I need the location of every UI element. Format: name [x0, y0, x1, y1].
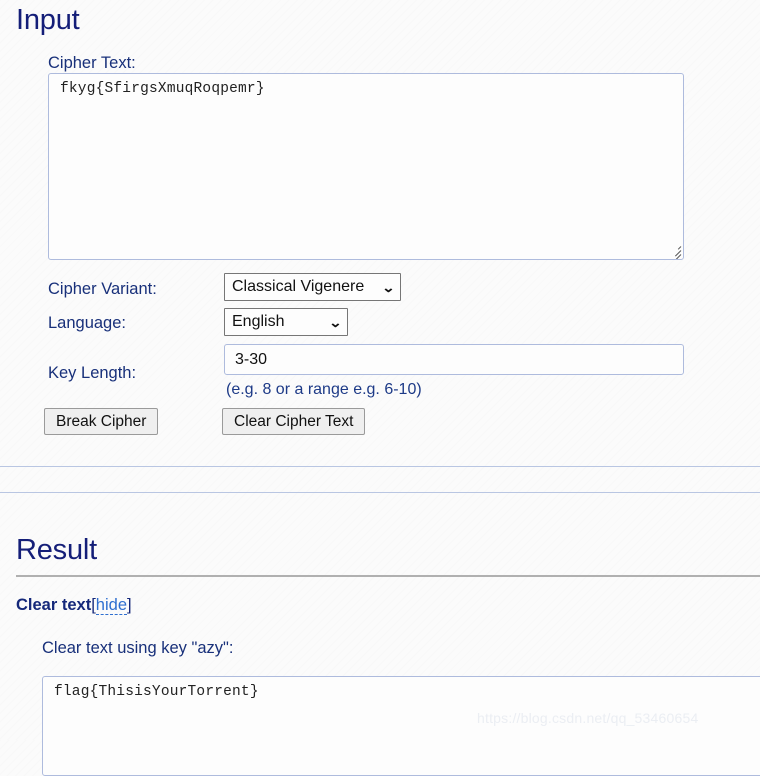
cleartext-key-caption: Clear text using key "azy":	[42, 639, 234, 657]
cipher-variant-selected-value: Classical Vigenere	[232, 278, 365, 295]
cipher-variant-label: Cipher Variant:	[48, 280, 157, 298]
resize-handle-icon[interactable]	[667, 243, 682, 259]
key-length-input[interactable]: 3-30	[224, 344, 684, 375]
cipher-text-label: Cipher Text:	[48, 54, 136, 72]
cipher-text-value: fkyg{SfirgsXmuqRoqpemr}	[60, 81, 265, 97]
language-selected-value: English	[232, 313, 285, 330]
break-cipher-button[interactable]: Break Cipher	[44, 408, 159, 435]
cleartext-header: Clear text[hide]	[16, 596, 132, 615]
input-section-title: Input	[16, 4, 80, 36]
section-divider-top	[0, 466, 760, 467]
key-length-label: Key Length:	[48, 364, 137, 382]
key-length-hint: (e.g. 8 or a range e.g. 6-10)	[226, 381, 422, 398]
key-length-value: 3-30	[235, 350, 268, 368]
bracket-close: ]	[127, 596, 132, 614]
result-text-value: flag{ThisisYourTorrent}	[54, 684, 259, 700]
result-text-output[interactable]: flag{ThisisYourTorrent}	[42, 676, 760, 776]
result-title-underline	[16, 575, 760, 577]
section-divider-bottom	[0, 492, 760, 493]
chevron-down-icon: ⌄	[381, 279, 396, 295]
cleartext-label: Clear text	[16, 596, 92, 614]
language-select[interactable]: English ⌄	[224, 308, 348, 336]
hide-toggle-link[interactable]: hide	[95, 596, 127, 615]
cipher-variant-select[interactable]: Classical Vigenere ⌄	[224, 273, 401, 301]
language-label: Language:	[48, 314, 126, 332]
clear-cipher-text-button[interactable]: Clear Cipher Text	[222, 408, 366, 435]
cipher-text-input[interactable]: fkyg{SfirgsXmuqRoqpemr}	[48, 73, 684, 260]
result-section-title: Result	[16, 534, 97, 566]
chevron-down-icon: ⌄	[328, 314, 343, 330]
